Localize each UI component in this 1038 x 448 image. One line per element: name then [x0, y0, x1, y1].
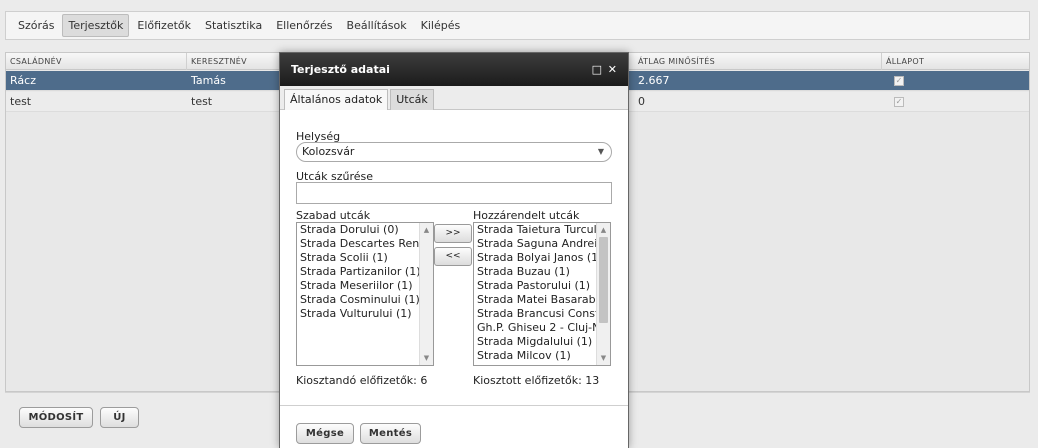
list-item[interactable]: Strada Milcov (1)	[474, 349, 610, 363]
list-item[interactable]: Strada Bolyai Janos (1)	[474, 251, 610, 265]
chevron-down-icon[interactable]: ▼	[598, 143, 604, 161]
nav-tab-elofizetok[interactable]: Előfizetők	[131, 14, 197, 37]
cell-lastname: test	[10, 95, 32, 108]
city-select-value: Kolozsvár	[302, 145, 355, 158]
list-item[interactable]: Strada Cosminului (1)	[297, 293, 433, 307]
scroll-down-icon[interactable]: ▼	[597, 354, 610, 362]
cell-rating: 0	[638, 95, 645, 108]
nav-tab-kilepes[interactable]: Kilépés	[415, 14, 467, 37]
assigned-streets-list[interactable]: Strada Taietura Turcului Strada Saguna A…	[473, 222, 611, 366]
list-item[interactable]: Strada Pastorului (1)	[474, 279, 610, 293]
status-checkbox[interactable]: ✓	[894, 76, 904, 86]
column-header-firstname[interactable]: KERESZTNÉV	[187, 53, 282, 70]
list-item[interactable]: Strada Vulturului (1)	[297, 307, 433, 321]
move-left-button[interactable]: <<	[434, 247, 472, 266]
scroll-up-icon[interactable]: ▲	[420, 226, 433, 234]
assigned-streets-label: Hozzárendelt utcák	[473, 209, 580, 222]
list-item[interactable]: Strada Descartes René	[297, 237, 433, 251]
tab-general-data[interactable]: Általános adatok	[284, 89, 389, 110]
list-item[interactable]: Strada Brancusi Constan	[474, 307, 610, 321]
distributor-details-dialog: Terjesztő adatai □ ✕ Általános adatok Ut…	[279, 52, 629, 448]
dialog-tabs: Általános adatok Utcák	[280, 86, 628, 110]
cell-firstname: test	[191, 95, 213, 108]
street-filter-input[interactable]	[296, 182, 612, 204]
free-streets-list[interactable]: Strada Dorului (0) Strada Descartes René…	[296, 222, 434, 366]
list-item[interactable]: Strada Saguna Andrei (	[474, 237, 610, 251]
nav-tab-beallitasok[interactable]: Beállítások	[341, 14, 413, 37]
list-item[interactable]: Gh.P. Ghiseu 2 - Cluj-Na	[474, 321, 610, 335]
tab-streets[interactable]: Utcák	[390, 89, 434, 110]
list-item[interactable]: Strada Taietura Turcului	[474, 223, 610, 237]
scroll-down-icon[interactable]: ▼	[420, 354, 433, 362]
list-item[interactable]: Strada Scolii (1)	[297, 251, 433, 265]
column-header-rating[interactable]: ÁTLAG MINŐSÍTÉS	[634, 53, 882, 70]
close-icon[interactable]: ✕	[608, 53, 617, 86]
maximize-icon[interactable]: □	[592, 53, 602, 86]
list-item[interactable]: Strada Meseriilor (1)	[297, 279, 433, 293]
modify-button[interactable]: MÓDOSÍT	[19, 407, 93, 428]
dialog-footer: Mégse Mentés	[280, 405, 628, 448]
scroll-thumb[interactable]	[599, 237, 608, 323]
assigned-streets-scrollbar[interactable]: ▲ ▼	[596, 223, 610, 365]
free-streets-label: Szabad utcák	[296, 209, 371, 222]
list-item[interactable]: Strada Matei Basarab (1	[474, 293, 610, 307]
cell-firstname: Tamás	[191, 74, 226, 87]
list-item[interactable]: Strada Dorului (0)	[297, 223, 433, 237]
column-header-status[interactable]: ÁLLAPOT	[882, 53, 1031, 70]
nav-tab-szoras[interactable]: Szórás	[12, 14, 60, 37]
distributed-count: Kiosztott előfizetők: 13	[473, 374, 600, 387]
cell-rating: 2.667	[638, 74, 670, 87]
dialog-title: Terjesztő adatai	[291, 63, 390, 76]
nav-tab-terjesztok[interactable]: Terjesztők	[62, 14, 130, 37]
city-select[interactable]: Kolozsvár ▼	[296, 142, 612, 162]
dialog-titlebar[interactable]: Terjesztő adatai □ ✕	[280, 53, 628, 86]
nav-tab-statisztika[interactable]: Statisztika	[199, 14, 268, 37]
move-right-button[interactable]: >>	[434, 224, 472, 243]
status-checkbox[interactable]: ✓	[894, 97, 904, 107]
new-button[interactable]: ÚJ	[100, 407, 139, 428]
column-header-lastname[interactable]: CSALÁDNÉV	[6, 53, 187, 70]
list-item[interactable]: Strada Migdalului (1)	[474, 335, 610, 349]
list-item[interactable]: Strada Partizanilor (1)	[297, 265, 433, 279]
list-item[interactable]: Strada Buzau (1)	[474, 265, 610, 279]
cell-lastname: Rácz	[10, 74, 36, 87]
to-distribute-count: Kiosztandó előfizetők: 6	[296, 374, 428, 387]
nav-tab-ellenorzes[interactable]: Ellenőrzés	[270, 14, 338, 37]
free-streets-scrollbar[interactable]: ▲ ▼	[419, 223, 433, 365]
main-nav: Szórás Terjesztők Előfizetők Statisztika…	[5, 11, 1030, 40]
cancel-button[interactable]: Mégse	[296, 423, 354, 444]
scroll-up-icon[interactable]: ▲	[597, 226, 610, 234]
save-button[interactable]: Mentés	[360, 423, 421, 444]
